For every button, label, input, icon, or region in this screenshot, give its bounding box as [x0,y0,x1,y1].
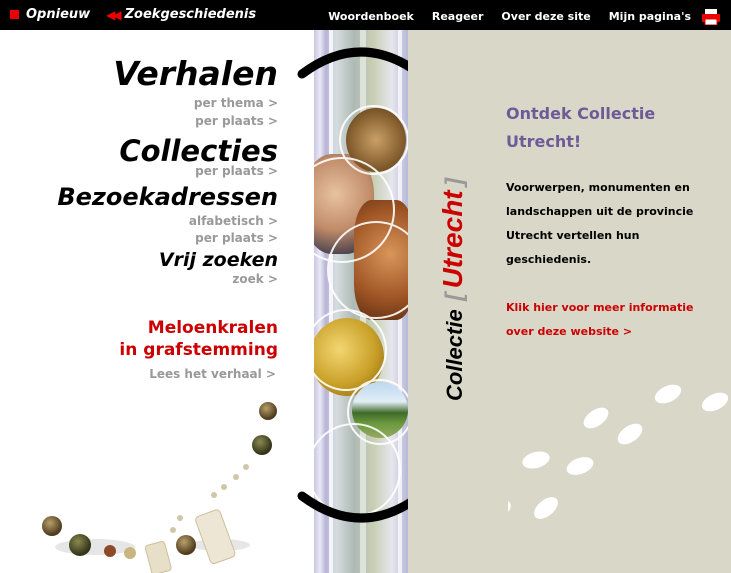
search-history-label: Zoekgeschiedenis [124,7,257,22]
more-info-link[interactable]: Klik hier voor meer informatie over deze… [506,296,716,344]
welcome-headline: Ontdek Collectie Utrecht! [506,100,716,156]
search-history-link[interactable]: ◀◀ Zoekgeschiedenis [106,7,256,22]
headline-line-2: Utrecht! [506,132,582,151]
logo-collectie-text: Collectie [442,309,467,401]
nav-vrij-zoeken[interactable]: Vrij zoeken [159,249,278,271]
svg-text:Collectie [ Utrech: Collectie [ Utrecht ] [437,177,468,401]
nav-verhalen-per-plaats[interactable]: per plaats > [195,114,278,128]
logo-bracket-close: ] [441,177,468,189]
featured-story-link[interactable]: Meloenkralen in grafstemming [119,317,278,361]
intro-text: Voorwerpen, monumenten en landschappen u… [506,176,716,272]
logo-bracket-open: [ [441,290,468,302]
headline-line-1: Ontdek Collectie [506,104,656,123]
nav-bezoekadressen-per-plaats[interactable]: per plaats > [195,231,278,245]
featured-story-line-2: in grafstemming [119,340,278,360]
left-navigation: Verhalen per thema > per plaats > Collec… [0,30,290,573]
about-site-link[interactable]: Over deze site [501,10,590,23]
red-square-icon [10,10,19,19]
restart-link[interactable]: Opnieuw [10,7,90,22]
top-bar-right: Woordenboek Reageer Over deze site Mijn … [310,9,721,26]
printer-icon[interactable] [701,9,721,26]
nav-bezoekadressen[interactable]: Bezoekadressen [57,183,278,211]
dictionary-link[interactable]: Woordenboek [328,10,414,23]
info-line: Klik hier voor meer informatie [506,301,694,314]
read-story-link[interactable]: Lees het verhaal > [149,367,276,381]
restart-label: Opnieuw [26,7,91,22]
nav-collecties-per-plaats[interactable]: per plaats > [195,164,278,178]
featured-story-line-1: Meloenkralen [147,318,278,338]
collectie-utrecht-logo: Collectie [ Utrecht ] [437,177,468,401]
intro-line: Voorwerpen, monumenten en [506,181,690,194]
nav-bezoekadressen-alfabetisch[interactable]: alfabetisch > [189,214,278,228]
nav-collecties[interactable]: Collecties [119,134,278,168]
my-pages-link[interactable]: Mijn pagina's [609,10,691,23]
nav-verhalen[interactable]: Verhalen [113,54,278,93]
intro-line: geschiedenis. [506,253,592,266]
double-arrow-left-icon: ◀◀ [106,7,122,22]
nav-zoek[interactable]: zoek > [232,272,278,286]
footprints-decoration [508,384,729,520]
info-line: over deze website > [506,325,633,338]
feedback-link[interactable]: Reageer [432,10,484,23]
intro-line: Utrecht vertellen hun [506,229,640,242]
logo-utrecht-text: Utrecht [437,189,468,289]
top-arc [297,47,425,79]
intro-line: landschappen uit de provincie [506,205,694,218]
top-navigation-bar: Opnieuw ◀◀ Zoekgeschiedenis Woordenboek … [0,0,731,30]
melon-beads-illustration [42,402,277,573]
top-bar-left: Opnieuw ◀◀ Zoekgeschiedenis [10,7,272,22]
nav-verhalen-per-thema[interactable]: per thema > [194,96,278,110]
welcome-panel: Collectie [ Utrecht ] Ontdek Collectie U… [408,30,731,573]
bottom-arc [297,491,425,523]
